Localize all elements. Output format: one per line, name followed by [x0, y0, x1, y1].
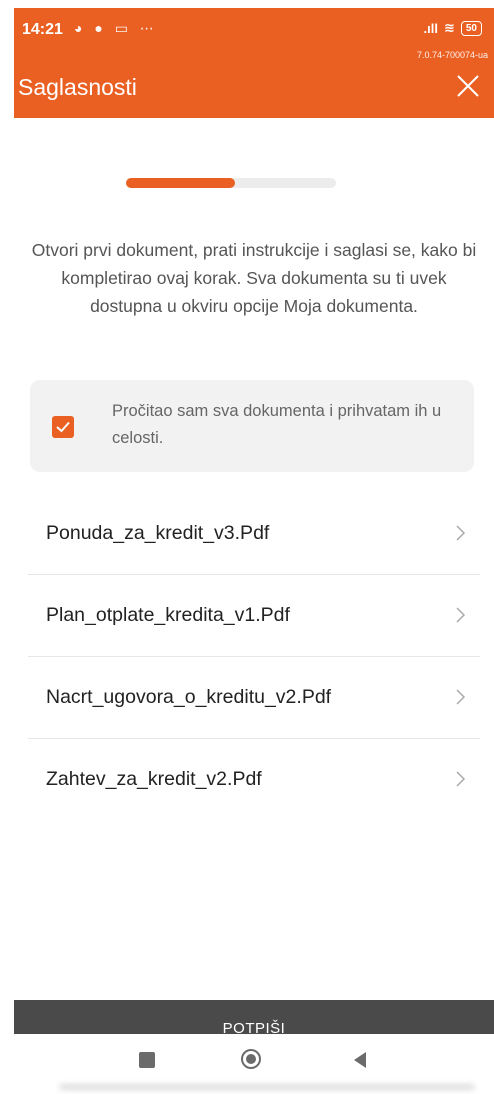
document-list: Ponuda_za_kredit_v3.Pdf Plan_otplate_kre…	[28, 493, 480, 820]
notification-icons: ◕ ● ▭ ⋯	[74, 20, 158, 36]
signal-icon: .ıll	[423, 20, 438, 36]
home-icon[interactable]	[240, 1048, 262, 1070]
close-icon	[457, 75, 479, 97]
recent-apps-icon[interactable]	[139, 1052, 155, 1068]
status-bar: 14:21 ◕ ● ▭ ⋯ .ıll ≋ 50 7.0.74-700074-ua	[14, 8, 494, 60]
consent-label: Pročitao sam sva dokumenta i prihvatam i…	[112, 402, 442, 447]
progress-fill	[126, 178, 236, 188]
chevron-right-icon	[456, 525, 466, 541]
page-title: Saglasnosti	[18, 74, 137, 100]
document-name: Plan_otplate_kredita_v1.Pdf	[46, 604, 290, 626]
document-name: Nacrt_ugovora_o_kreditu_v2.Pdf	[46, 686, 332, 708]
progress-bar	[126, 178, 336, 188]
system-nav-bar	[14, 1034, 494, 1082]
instructions-text: Otvori prvi dokument, prati instrukcije …	[31, 240, 477, 316]
system-icons: .ıll ≋ 50	[424, 20, 482, 36]
consent-box[interactable]: Pročitao sam sva dokumenta i prihvatam i…	[30, 380, 474, 472]
app-version: 7.0.74-700074-ua	[416, 50, 488, 60]
checkmark-icon	[56, 421, 70, 433]
app-screen: 14:21 ◕ ● ▭ ⋯ .ıll ≋ 50 7.0.74-700074-ua…	[14, 8, 494, 1082]
battery-icon: 50	[460, 20, 482, 36]
chevron-right-icon	[456, 689, 466, 705]
status-time: 14:21	[22, 21, 63, 38]
list-item-document[interactable]: Plan_otplate_kredita_v1.Pdf	[28, 575, 480, 657]
document-name: Zahtev_za_kredit_v2.Pdf	[46, 768, 262, 790]
app-header: 14:21 ◕ ● ▭ ⋯ .ıll ≋ 50 7.0.74-700074-ua…	[14, 8, 494, 118]
list-item-document[interactable]: Nacrt_ugovora_o_kreditu_v2.Pdf	[28, 657, 480, 739]
consent-checkbox[interactable]	[52, 416, 74, 438]
list-item-document[interactable]: Zahtev_za_kredit_v2.Pdf	[28, 739, 480, 820]
device-shadow	[60, 1084, 474, 1090]
close-button[interactable]	[452, 70, 484, 102]
chevron-right-icon	[456, 771, 466, 787]
chevron-right-icon	[456, 607, 466, 623]
document-name: Ponuda_za_kredit_v3.Pdf	[46, 522, 270, 544]
list-item-document[interactable]: Ponuda_za_kredit_v3.Pdf	[28, 493, 480, 575]
wifi-icon: ≋	[443, 20, 455, 35]
back-icon[interactable]	[352, 1051, 368, 1069]
